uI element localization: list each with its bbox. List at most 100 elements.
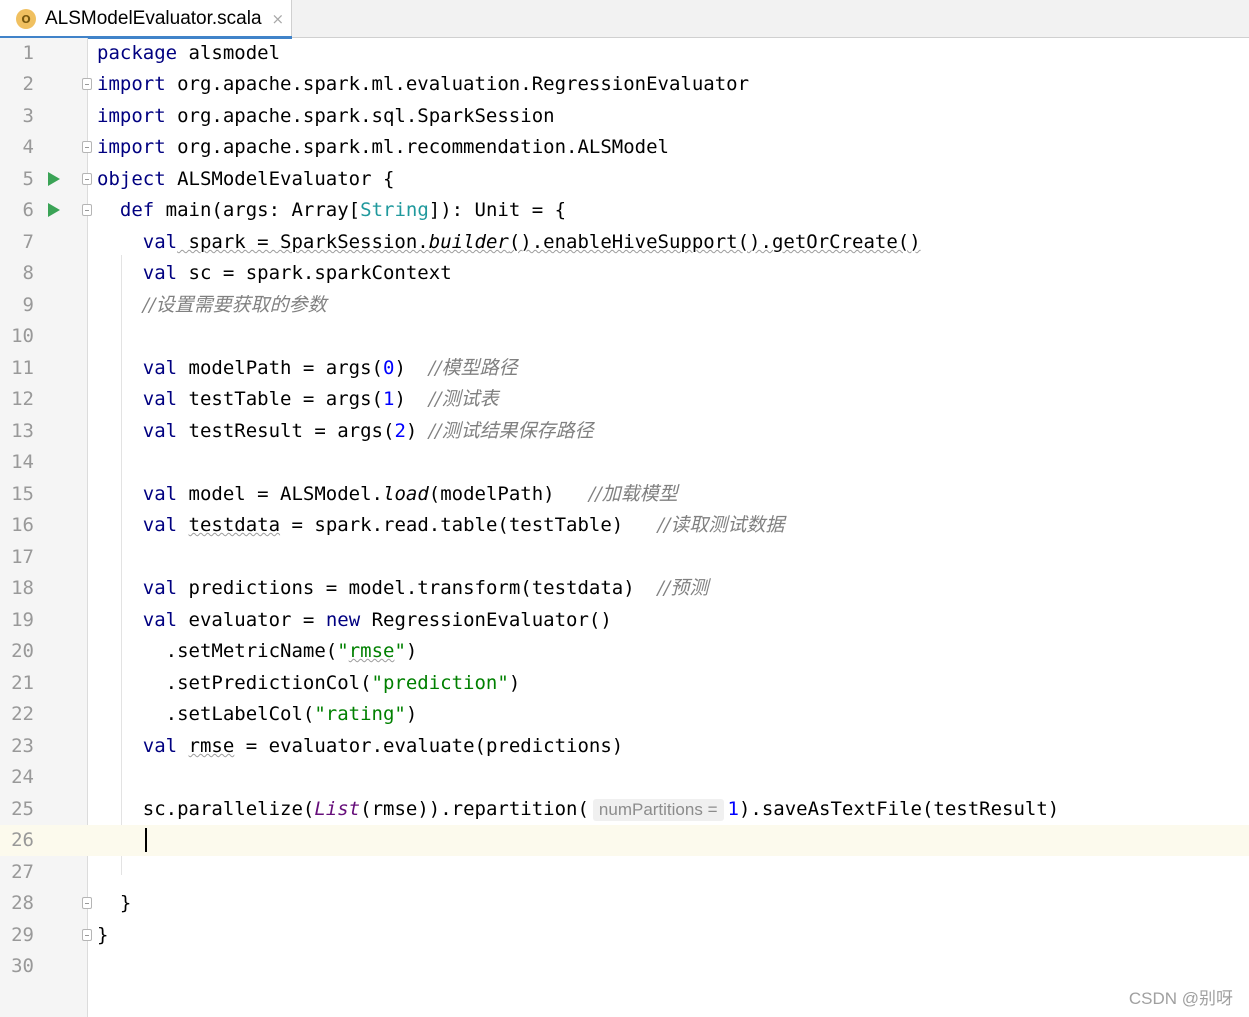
code-line-10: 10 (0, 321, 1249, 352)
line-number: 3 (22, 105, 34, 127)
line-number: 15 (11, 483, 34, 505)
keyword: new (325, 609, 361, 631)
line-number: 12 (11, 388, 34, 410)
line-number: 5 (22, 168, 34, 190)
code-text: val predictions = model.transform(testda… (97, 573, 709, 604)
code-token: testResult = args( (177, 420, 395, 442)
code-token: spark = SparkSession. (177, 231, 429, 253)
tab-filename[interactable]: ALSModelEvaluator.scala (45, 8, 262, 30)
code-text: } (97, 920, 108, 951)
code-line-29: 29 (0, 920, 1249, 951)
line-number: 30 (11, 955, 34, 977)
keyword: val (142, 514, 178, 536)
code-text: sc.parallelize(List(rmse)).repartition(n… (97, 794, 1059, 825)
code-line-14: 14 (0, 447, 1249, 478)
code-line-17: 17 (0, 542, 1249, 573)
keyword: import (97, 136, 166, 158)
line-number: 4 (22, 136, 34, 158)
code-token: ().enableHiveSupport().getOrCreate() (508, 231, 921, 253)
fold-icon[interactable] (82, 929, 92, 941)
code-token: predictions = model.transform(testdata) (177, 577, 658, 599)
keyword: val (142, 262, 178, 284)
code-text: import org.apache.spark.sql.SparkSession (97, 101, 555, 132)
keyword: val (142, 388, 178, 410)
code-token: org.apache.spark.ml.recommendation.ALSMo… (165, 136, 669, 158)
code-text: //设置需要获取的参数 (97, 290, 327, 321)
code-token: .setLabelCol( (165, 703, 315, 725)
string-token: "rating" (314, 703, 406, 725)
code-line-27: 27 (0, 857, 1249, 888)
close-icon[interactable]: × (272, 10, 285, 28)
run-icon[interactable] (48, 172, 60, 186)
code-token: } (97, 924, 109, 946)
line-number: 29 (11, 924, 34, 946)
line-number: 23 (11, 735, 34, 757)
code-text: object ALSModelEvaluator { (97, 164, 394, 195)
function-token: List (314, 798, 361, 820)
code-editor[interactable]: 1 2 3 4 5 6 7 8 9 10 11 12 13 14 15 16 1… (0, 38, 1249, 1017)
fold-icon[interactable] (82, 141, 92, 153)
fold-icon[interactable] (82, 897, 92, 909)
code-token: evaluator = (177, 609, 326, 631)
line-number: 20 (11, 640, 34, 662)
code-text: .setMetricName("rmse") (97, 636, 418, 667)
code-token: modelPath = args( (177, 357, 383, 379)
keyword: val (142, 231, 178, 253)
line-number: 9 (22, 294, 34, 316)
type-token: String (360, 199, 429, 221)
method-token: builder (428, 231, 509, 253)
warning-span: spark = SparkSession.builder().enableHiv… (177, 231, 921, 253)
code-token: .setPredictionCol( (165, 672, 372, 694)
comment: //读取测试数据 (657, 514, 785, 536)
line-number: 27 (11, 861, 34, 883)
line-number: 26 (11, 829, 34, 851)
code-text: val testResult = args(2) //测试结果保存路径 (97, 416, 594, 447)
code-token: main(args: Array[ (154, 199, 361, 221)
string-token: " (394, 640, 406, 662)
comment: //预测 (657, 577, 709, 599)
line-number: 11 (11, 357, 34, 379)
code-line-30: 30 (0, 951, 1249, 982)
line-number: 2 (22, 73, 34, 95)
code-text: val testdata = spark.read.table(testTabl… (97, 510, 785, 541)
keyword: val (142, 577, 178, 599)
code-text: val evaluator = new RegressionEvaluator(… (97, 605, 612, 636)
code-token: org.apache.spark.sql.SparkSession (165, 105, 555, 127)
code-token: RegressionEvaluator() (360, 609, 612, 631)
scala-object-icon: O (16, 9, 36, 29)
code-token: ) (405, 703, 418, 725)
fold-icon[interactable] (82, 204, 92, 216)
fold-icon[interactable] (82, 78, 92, 90)
line-number: 28 (11, 892, 34, 914)
fold-icon[interactable] (82, 173, 92, 185)
run-icon[interactable] (48, 203, 60, 217)
code-text: val rmse = evaluator.evaluate(prediction… (97, 731, 623, 762)
code-line-26[interactable]: 26 (0, 825, 1249, 856)
code-text: val modelPath = args(0) //模型路径 (97, 353, 518, 384)
code-token: ]): Unit = { (428, 199, 567, 221)
number-token: 0 (383, 357, 395, 379)
parameter-hint: numPartitions = (592, 799, 724, 821)
tab-alsmodelevaluator[interactable]: O ALSModelEvaluator.scala × (0, 0, 292, 39)
method-token: load (383, 483, 429, 505)
number-token: 1 (383, 388, 395, 410)
code-token: ).saveAsTextFile(testResult) (738, 798, 1060, 820)
code-token: ) (394, 357, 429, 379)
line-number: 22 (11, 703, 34, 725)
code-text: .setLabelCol("rating") (97, 699, 418, 730)
keyword: package (97, 42, 178, 64)
string-token: "prediction" (371, 672, 509, 694)
line-number: 17 (11, 546, 34, 568)
code-token: } (119, 892, 132, 914)
code-token: ) (508, 672, 521, 694)
